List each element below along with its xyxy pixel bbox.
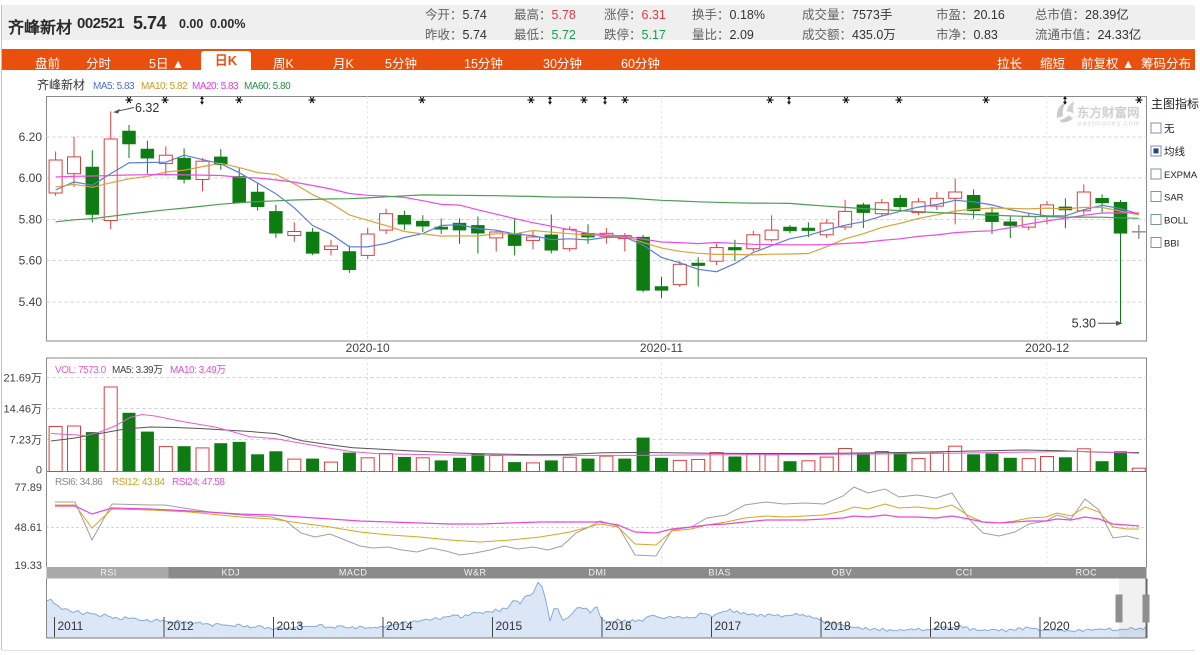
svg-text:DMI: DMI <box>589 568 607 578</box>
svg-text:齐峰新材: 齐峰新材 <box>37 77 85 92</box>
svg-text:2020: 2020 <box>1043 619 1070 633</box>
svg-text:2016: 2016 <box>605 619 632 633</box>
svg-text:MA5: 5.83: MA5: 5.83 <box>93 81 135 92</box>
svg-text:BBI: BBI <box>1164 239 1179 250</box>
svg-text:2015: 2015 <box>496 619 523 633</box>
svg-text:SAR: SAR <box>1164 193 1184 204</box>
svg-text:2020-11: 2020-11 <box>640 341 683 355</box>
svg-text:MA20: 5.83: MA20: 5.83 <box>192 81 239 92</box>
svg-text:21.69万: 21.69万 <box>3 372 42 384</box>
svg-text:MACD: MACD <box>339 568 368 578</box>
svg-text:MA5: 3.39万: MA5: 3.39万 <box>112 365 163 376</box>
svg-text:48.61: 48.61 <box>14 522 42 534</box>
svg-text:无: 无 <box>1164 123 1175 135</box>
svg-text:RSI6: 34.86: RSI6: 34.86 <box>55 477 103 488</box>
svg-text:2012: 2012 <box>167 619 194 633</box>
svg-text:0: 0 <box>36 465 42 477</box>
svg-text:5.40: 5.40 <box>19 295 43 309</box>
svg-text:均线: 均线 <box>1164 145 1186 158</box>
svg-text:东方财富网: 东方财富网 <box>1077 105 1140 120</box>
svg-text:W&R: W&R <box>464 568 487 578</box>
svg-text:MA10: 5.82: MA10: 5.82 <box>141 81 188 92</box>
svg-text:VOL: 7573.0: VOL: 7573.0 <box>55 365 107 376</box>
svg-text:ROC: ROC <box>1076 568 1098 578</box>
svg-text:2020-12: 2020-12 <box>1025 341 1069 355</box>
svg-text:OBV: OBV <box>832 568 853 578</box>
svg-text:BIAS: BIAS <box>708 568 731 578</box>
svg-text:2017: 2017 <box>715 619 742 633</box>
svg-text:CCI: CCI <box>956 568 973 578</box>
svg-text:14.46万: 14.46万 <box>3 404 42 416</box>
svg-text:eastmoney.com: eastmoney.com <box>1078 121 1141 128</box>
svg-text:MA60: 5.80: MA60: 5.80 <box>244 81 291 92</box>
svg-text:2019: 2019 <box>934 619 961 633</box>
svg-text:主图指标: 主图指标 <box>1151 96 1199 111</box>
svg-text:2011: 2011 <box>58 619 84 633</box>
svg-text:5.60: 5.60 <box>19 254 43 268</box>
svg-text:77.89: 77.89 <box>14 482 42 494</box>
svg-text:2013: 2013 <box>277 619 304 633</box>
svg-text:5.80: 5.80 <box>19 212 43 226</box>
svg-text:RSI: RSI <box>100 568 117 578</box>
svg-text:6.32: 6.32 <box>135 101 159 115</box>
svg-text:RSI12: 43.84: RSI12: 43.84 <box>112 477 165 488</box>
svg-text:6.20: 6.20 <box>19 130 43 144</box>
svg-text:2018: 2018 <box>824 619 851 633</box>
svg-text:KDJ: KDJ <box>222 568 241 578</box>
svg-text:2020-10: 2020-10 <box>346 341 390 355</box>
svg-text:5.30: 5.30 <box>1072 317 1096 331</box>
svg-text:19.33: 19.33 <box>14 560 42 572</box>
svg-text:EXPMA: EXPMA <box>1164 170 1198 181</box>
svg-text:2014: 2014 <box>386 619 413 633</box>
svg-text:6.00: 6.00 <box>19 171 43 185</box>
svg-text:7.23万: 7.23万 <box>10 435 42 447</box>
svg-text:BOLL: BOLL <box>1164 216 1188 227</box>
svg-text:MA10: 3.49万: MA10: 3.49万 <box>170 365 226 376</box>
svg-text:RSI24: 47.58: RSI24: 47.58 <box>172 477 225 488</box>
